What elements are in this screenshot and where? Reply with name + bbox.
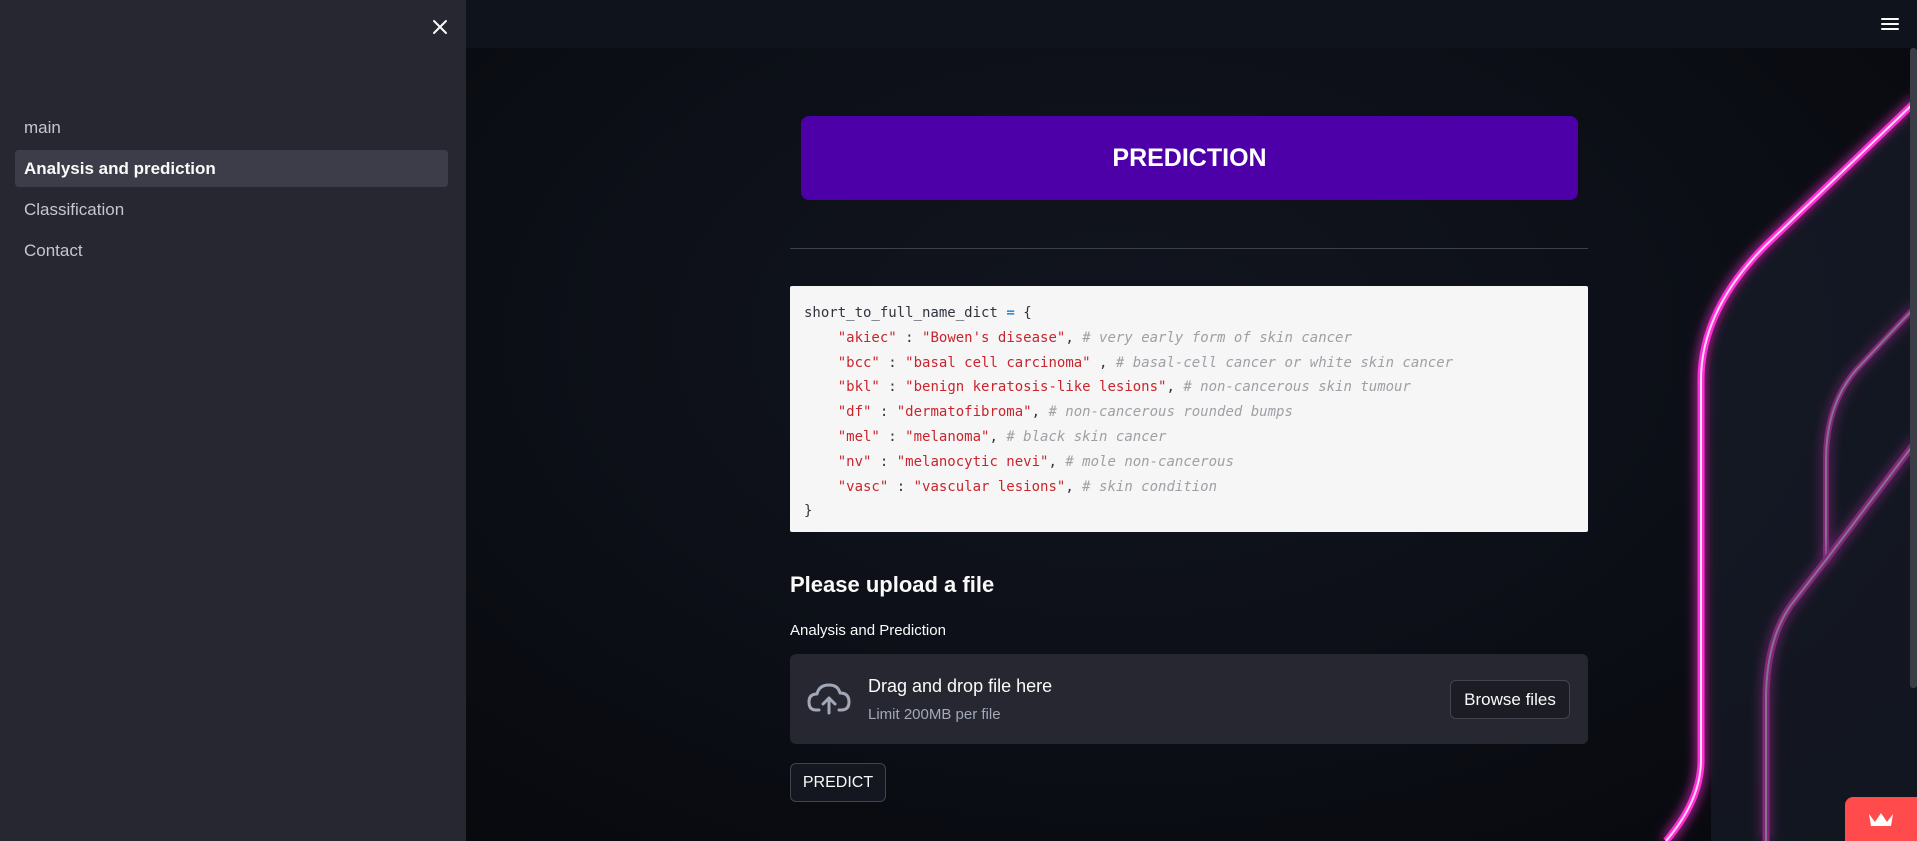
code-comment: # non-cancerous skin tumour — [1183, 379, 1411, 396]
code-comment: # black skin cancer — [1006, 428, 1167, 445]
page-title: PREDICTION — [1112, 143, 1267, 172]
code-value: "basal cell carcinoma" — [905, 354, 1091, 371]
cloud-upload-icon — [807, 683, 851, 715]
sidebar-item-contact[interactable]: Contact — [15, 232, 448, 269]
code-open-brace: { — [1023, 305, 1032, 321]
code-value: "melanoma" — [905, 428, 990, 445]
code-comment: # non-cancerous rounded bumps — [1048, 404, 1293, 421]
divider — [790, 248, 1588, 249]
code-comment: # basal-cell cancer or white skin cancer — [1115, 354, 1454, 371]
main-content: PREDICTION short_to_full_name_dict = { "… — [466, 0, 1917, 841]
sidebar-nav: main Analysis and prediction Classificat… — [15, 109, 448, 273]
decorative-neon-background — [1663, 97, 1917, 841]
page-title-banner: PREDICTION — [801, 116, 1578, 200]
browse-files-button[interactable]: Browse files — [1450, 680, 1570, 719]
upload-heading: Please upload a file — [790, 572, 995, 597]
code-close-brace: } — [804, 503, 813, 520]
sidebar: main Analysis and prediction Classificat… — [0, 0, 466, 841]
code-key: "mel" — [837, 428, 880, 445]
sidebar-item-classification[interactable]: Classification — [15, 191, 448, 228]
vertical-scrollbar[interactable] — [1910, 48, 1917, 688]
code-key: "akiec" — [837, 329, 897, 346]
code-key: "df" — [837, 404, 872, 421]
crown-icon — [1869, 813, 1893, 826]
top-bar — [466, 0, 1917, 48]
dropzone-limit: Limit 200MB per file — [868, 706, 1001, 723]
code-comment: # very early form of skin cancer — [1082, 329, 1352, 346]
code-comment: # skin condition — [1082, 478, 1218, 495]
code-key: "bcc" — [837, 354, 880, 371]
streamlit-badge[interactable] — [1845, 797, 1917, 841]
code-operator: = — [1006, 305, 1015, 321]
file-uploader-label: Analysis and Prediction — [790, 622, 946, 639]
code-value: "vascular lesions" — [913, 478, 1066, 495]
code-key: "bkl" — [837, 379, 880, 396]
code-key: "vasc" — [837, 478, 889, 495]
main-menu-button[interactable] — [1878, 12, 1902, 36]
code-block: short_to_full_name_dict = { "akiec" : "B… — [790, 286, 1588, 532]
code-value: "dermatofibroma" — [896, 404, 1032, 421]
code-value: "benign keratosis-like lesions" — [905, 379, 1167, 396]
sidebar-item-main[interactable]: main — [15, 109, 448, 146]
code-key: "nv" — [837, 453, 872, 470]
code-comment: # mole non-cancerous — [1065, 453, 1234, 470]
dropzone-instructions: Drag and drop file here — [868, 676, 1053, 696]
file-dropzone[interactable]: Drag and drop file here Limit 200MB per … — [790, 654, 1588, 744]
predict-button[interactable]: PREDICT — [790, 763, 886, 802]
code-value: "Bowen's disease" — [922, 329, 1066, 346]
sidebar-item-analysis-and-prediction[interactable]: Analysis and prediction — [15, 150, 448, 187]
code-variable: short_to_full_name_dict — [804, 305, 998, 321]
close-icon — [433, 20, 447, 34]
code-value: "melanocytic nevi" — [896, 453, 1049, 470]
hamburger-menu-icon — [1881, 18, 1899, 30]
close-sidebar-button[interactable] — [425, 12, 455, 42]
